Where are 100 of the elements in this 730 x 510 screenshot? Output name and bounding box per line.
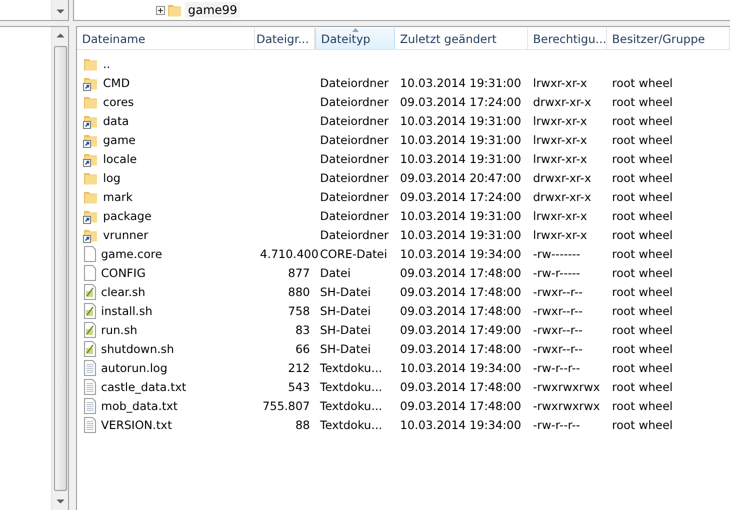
permissions: -rwxr--r-- bbox=[532, 284, 584, 298]
file-type: Dateiordner bbox=[319, 152, 390, 166]
column-header[interactable]: Dateigr... bbox=[255, 28, 315, 49]
owner-group: root wheel bbox=[607, 208, 730, 222]
modified-date: 10.03.2014 19:31:00 bbox=[399, 228, 522, 242]
file-type: Dateiordner bbox=[319, 190, 390, 204]
file-name[interactable]: data bbox=[103, 114, 129, 128]
owner-group: root wheel bbox=[607, 304, 730, 318]
modified-date: 10.03.2014 19:31:00 bbox=[399, 208, 522, 222]
scroll-down-arrow-icon[interactable] bbox=[56, 9, 64, 15]
owner-group: root wheel bbox=[607, 246, 730, 260]
file-type: SH-Datei bbox=[319, 322, 372, 336]
file-type: Textdoku... bbox=[319, 398, 384, 412]
file-type: Textdoku... bbox=[319, 360, 384, 374]
text-file-icon bbox=[83, 378, 97, 394]
modified-date: 10.03.2014 19:34:00 bbox=[399, 418, 522, 432]
file-name[interactable]: castle_data.txt bbox=[101, 380, 186, 394]
script-file-icon bbox=[83, 340, 97, 356]
file-name[interactable]: .. bbox=[103, 56, 110, 70]
file-name[interactable]: CMD bbox=[103, 76, 130, 90]
file-name[interactable]: game bbox=[103, 132, 136, 146]
file-type: SH-Datei bbox=[319, 342, 372, 356]
permissions: drwxr-xr-x bbox=[532, 190, 592, 204]
file-size: 66 bbox=[294, 342, 311, 356]
modified-date: 10.03.2014 19:31:00 bbox=[399, 132, 522, 146]
file-type: Datei bbox=[319, 266, 352, 280]
file-type: Textdoku... bbox=[319, 380, 384, 394]
permissions: -rw-r--r-- bbox=[532, 418, 582, 432]
file-type: Dateiordner bbox=[319, 114, 390, 128]
file-name[interactable]: run.sh bbox=[101, 322, 138, 336]
text-file-icon bbox=[83, 398, 97, 414]
scrollbar-thumb[interactable] bbox=[54, 46, 66, 491]
modified-date: 09.03.2014 17:48:00 bbox=[399, 380, 522, 394]
owner-group: root wheel bbox=[607, 132, 730, 146]
file-type: Dateiordner bbox=[319, 76, 390, 90]
file-size: 880 bbox=[287, 284, 311, 298]
permissions: -rwxr--r-- bbox=[532, 322, 584, 336]
text-file-icon bbox=[83, 360, 97, 376]
file-name[interactable]: log bbox=[103, 170, 121, 184]
file-name[interactable]: shutdown.sh bbox=[101, 342, 174, 356]
tree-item[interactable]: game99 bbox=[185, 2, 240, 18]
file-type: Dateiordner bbox=[319, 170, 390, 184]
file-size: 212 bbox=[287, 360, 311, 374]
folder-icon bbox=[167, 2, 183, 18]
owner-group: root wheel bbox=[607, 360, 730, 374]
modified-date: 10.03.2014 19:34:00 bbox=[399, 246, 522, 260]
permissions: -rw-r--r-- bbox=[532, 360, 582, 374]
permissions: drwxr-xr-x bbox=[532, 94, 592, 108]
file-type: SH-Datei bbox=[319, 284, 372, 298]
file-name[interactable]: vrunner bbox=[103, 228, 148, 242]
scroll-down-arrow-icon[interactable] bbox=[56, 499, 64, 505]
file-name[interactable]: cores bbox=[103, 94, 134, 108]
file-icon bbox=[83, 264, 97, 280]
permissions: -rw------- bbox=[532, 246, 582, 260]
file-name[interactable]: VERSION.txt bbox=[101, 418, 172, 432]
modified-date: 09.03.2014 17:49:00 bbox=[399, 322, 522, 336]
file-name[interactable]: mark bbox=[103, 190, 133, 204]
file-name[interactable]: locale bbox=[103, 152, 137, 166]
owner-group: root wheel bbox=[607, 170, 730, 184]
expand-icon[interactable] bbox=[156, 6, 165, 14]
owner-group: root wheel bbox=[607, 152, 730, 166]
file-icon bbox=[83, 246, 97, 262]
file-type: Dateiordner bbox=[319, 228, 390, 242]
owner-group: root wheel bbox=[607, 322, 730, 336]
file-size: 755.807 bbox=[261, 398, 311, 412]
modified-date: 09.03.2014 17:24:00 bbox=[399, 94, 522, 108]
file-name[interactable]: install.sh bbox=[101, 304, 152, 318]
modified-date: 09.03.2014 20:47:00 bbox=[399, 170, 522, 184]
file-name[interactable]: autorun.log bbox=[101, 360, 168, 374]
modified-date: 09.03.2014 17:48:00 bbox=[399, 304, 522, 318]
permissions: lrwxr-xr-x bbox=[532, 152, 588, 166]
file-name[interactable]: game.core bbox=[101, 246, 162, 260]
column-header[interactable]: Dateityp bbox=[315, 28, 395, 49]
modified-date: 09.03.2014 17:48:00 bbox=[399, 342, 522, 356]
permissions: -rwxrwxrwx bbox=[532, 398, 601, 412]
file-name[interactable]: package bbox=[103, 208, 152, 222]
permissions: lrwxr-xr-x bbox=[532, 76, 588, 90]
file-type: Dateiordner bbox=[319, 132, 390, 146]
permissions: -rw-r----- bbox=[532, 266, 582, 280]
text-file-icon bbox=[83, 416, 97, 432]
permissions: lrwxr-xr-x bbox=[532, 228, 588, 242]
owner-group: root wheel bbox=[607, 342, 730, 356]
modified-date: 10.03.2014 19:31:00 bbox=[399, 114, 522, 128]
file-type: Dateiordner bbox=[319, 208, 390, 222]
modified-date: 10.03.2014 19:31:00 bbox=[399, 76, 522, 90]
scroll-up-arrow-icon[interactable] bbox=[56, 32, 64, 38]
file-type: CORE-Datei bbox=[319, 246, 388, 260]
file-name[interactable]: clear.sh bbox=[101, 284, 146, 298]
script-file-icon bbox=[83, 322, 97, 338]
modified-date: 09.03.2014 17:48:00 bbox=[399, 284, 522, 298]
modified-date: 10.03.2014 19:34:00 bbox=[399, 360, 522, 374]
permissions: drwxr-xr-x bbox=[532, 170, 592, 184]
owner-group: root wheel bbox=[607, 418, 730, 432]
permissions: lrwxr-xr-x bbox=[532, 208, 588, 222]
modified-date: 10.03.2014 19:31:00 bbox=[399, 152, 522, 166]
file-name[interactable]: CONFIG bbox=[101, 266, 146, 280]
script-file-icon bbox=[83, 284, 97, 300]
file-size: 543 bbox=[287, 380, 311, 394]
owner-group: root wheel bbox=[607, 76, 730, 90]
file-name[interactable]: mob_data.txt bbox=[101, 398, 178, 412]
